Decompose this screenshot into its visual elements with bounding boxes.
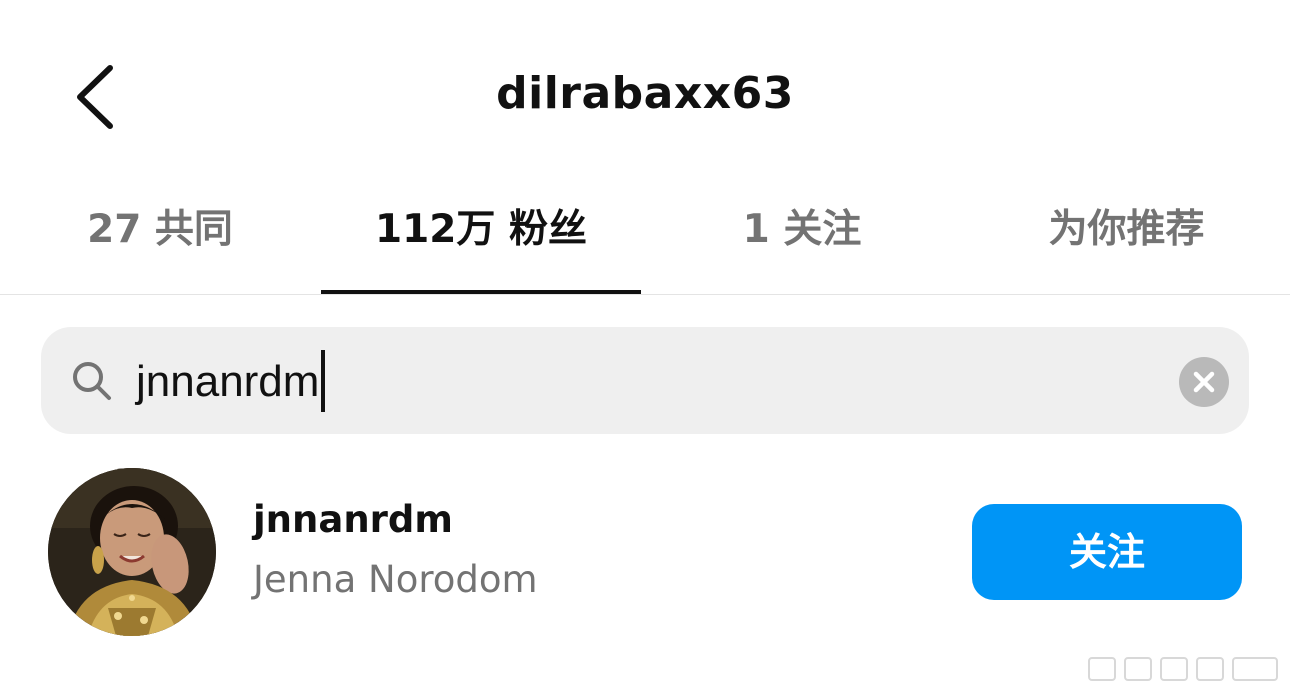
search-input[interactable]: jnnanrdm	[136, 350, 326, 414]
result-full-name: Jenna Norodom	[253, 558, 538, 601]
clear-search-button[interactable]	[1179, 357, 1229, 407]
tab-followers[interactable]: 112万 粉丝	[321, 190, 641, 294]
search-icon	[73, 362, 111, 400]
tab-label: 1 关注	[742, 207, 862, 252]
tab-label: 112万 粉丝	[375, 207, 587, 252]
active-tab-indicator	[321, 290, 641, 294]
tab-mutual[interactable]: 27 共同	[0, 190, 320, 294]
page-title: dilrabaxx63	[496, 68, 794, 119]
close-icon	[1193, 371, 1215, 393]
follow-button[interactable]: 关注	[972, 504, 1242, 600]
tab-bar: 27 共同 112万 粉丝 1 关注 为你推荐	[0, 190, 1290, 295]
search-input-value: jnnanrdm	[136, 357, 320, 406]
tab-label: 为你推荐	[1048, 207, 1205, 252]
text-cursor	[321, 350, 326, 413]
result-username[interactable]: jnnanrdm	[253, 498, 453, 541]
tab-suggested[interactable]: 为你推荐	[963, 190, 1290, 294]
top-bar: dilrabaxx63	[0, 0, 1290, 190]
watermark-decoration	[1088, 657, 1278, 681]
list-item[interactable]: jnnanrdm Jenna Norodom 关注	[0, 462, 1290, 642]
avatar[interactable]	[48, 468, 216, 636]
tab-following[interactable]: 1 关注	[642, 190, 962, 294]
tab-label: 27 共同	[87, 207, 233, 252]
